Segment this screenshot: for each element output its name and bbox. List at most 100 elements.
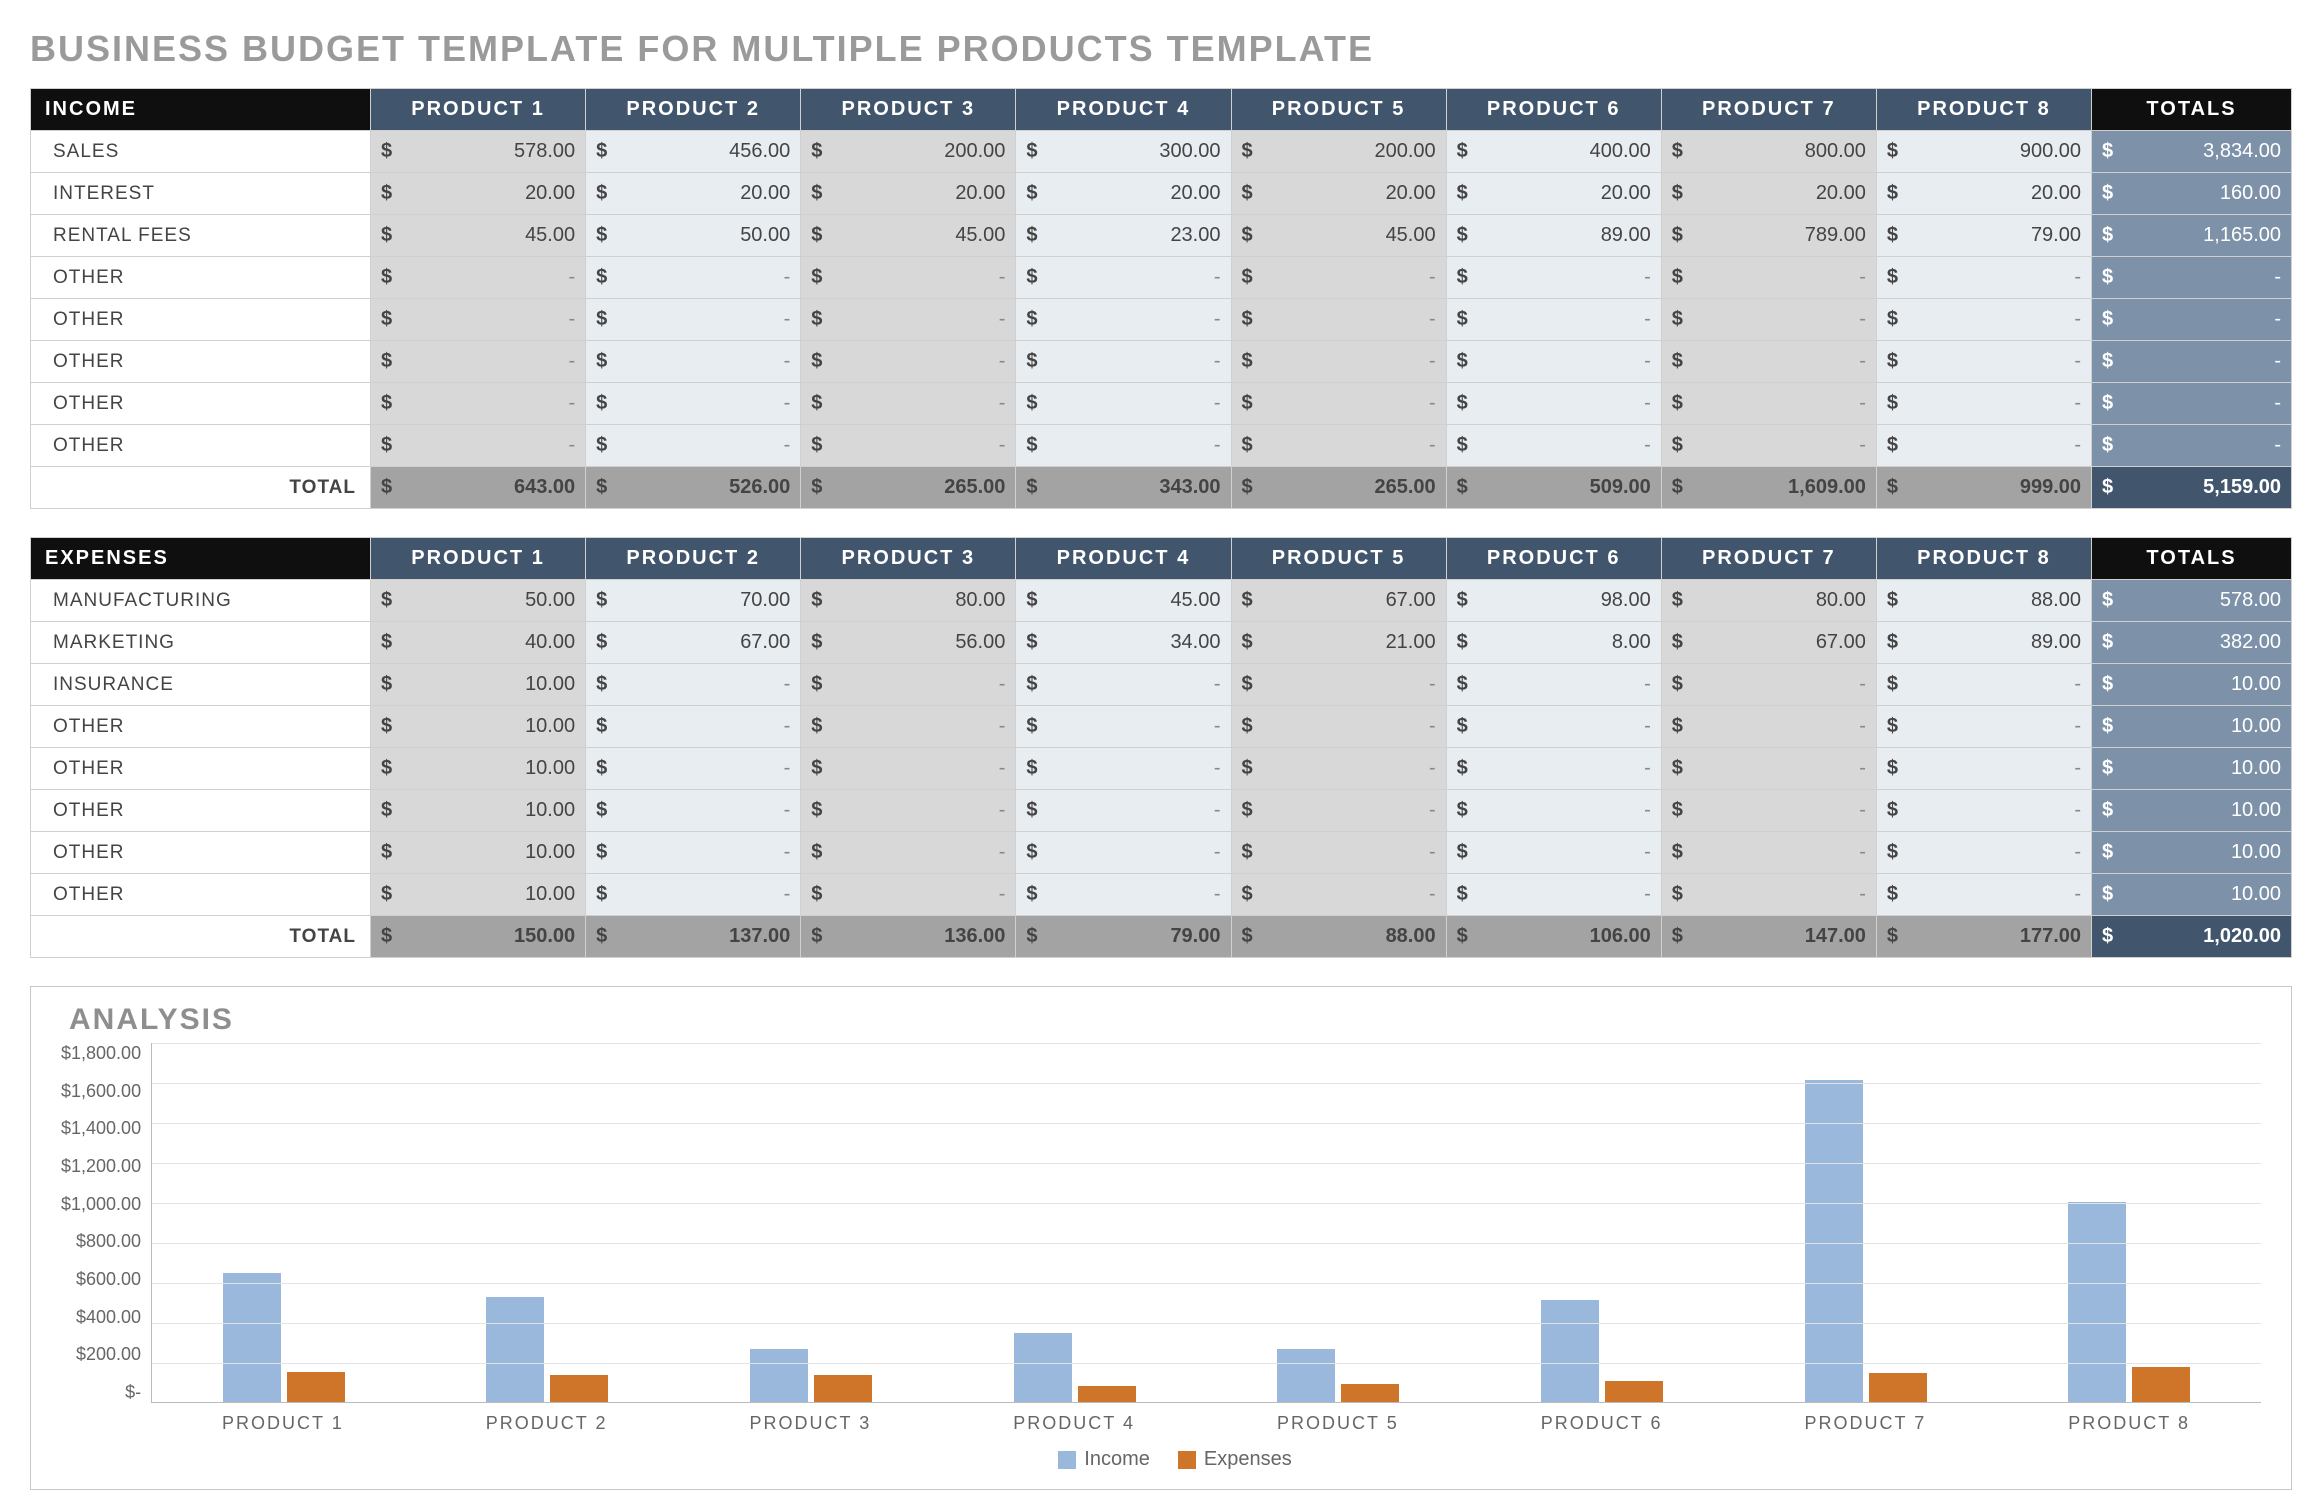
data-cell[interactable]: $- bbox=[1231, 257, 1446, 299]
data-cell[interactable]: $- bbox=[371, 425, 586, 467]
data-cell[interactable]: $- bbox=[1446, 706, 1661, 748]
data-cell[interactable]: $20.00 bbox=[801, 173, 1016, 215]
data-cell[interactable]: $- bbox=[586, 299, 801, 341]
data-cell[interactable]: $- bbox=[1446, 383, 1661, 425]
data-cell[interactable]: $- bbox=[1231, 748, 1446, 790]
data-cell[interactable]: $- bbox=[1446, 299, 1661, 341]
data-cell[interactable]: $- bbox=[1016, 425, 1231, 467]
data-cell[interactable]: $10.00 bbox=[371, 790, 586, 832]
data-cell[interactable]: $- bbox=[1231, 383, 1446, 425]
data-cell[interactable]: $- bbox=[586, 425, 801, 467]
data-cell[interactable]: $45.00 bbox=[1231, 215, 1446, 257]
data-cell[interactable]: $45.00 bbox=[371, 215, 586, 257]
data-cell[interactable]: $23.00 bbox=[1016, 215, 1231, 257]
data-cell[interactable]: $- bbox=[586, 790, 801, 832]
data-cell[interactable]: $40.00 bbox=[371, 622, 586, 664]
data-cell[interactable]: $45.00 bbox=[1016, 580, 1231, 622]
data-cell[interactable]: $- bbox=[1876, 257, 2091, 299]
data-cell[interactable]: $20.00 bbox=[1661, 173, 1876, 215]
data-cell[interactable]: $- bbox=[1876, 790, 2091, 832]
data-cell[interactable]: $20.00 bbox=[1016, 173, 1231, 215]
data-cell[interactable]: $800.00 bbox=[1661, 131, 1876, 173]
data-cell[interactable]: $300.00 bbox=[1016, 131, 1231, 173]
data-cell[interactable]: $10.00 bbox=[371, 748, 586, 790]
data-cell[interactable]: $- bbox=[1876, 874, 2091, 916]
data-cell[interactable]: $- bbox=[801, 706, 1016, 748]
data-cell[interactable]: $- bbox=[371, 257, 586, 299]
data-cell[interactable]: $10.00 bbox=[371, 664, 586, 706]
data-cell[interactable]: $88.00 bbox=[1876, 580, 2091, 622]
data-cell[interactable]: $578.00 bbox=[371, 131, 586, 173]
data-cell[interactable]: $10.00 bbox=[371, 706, 586, 748]
data-cell[interactable]: $- bbox=[586, 383, 801, 425]
data-cell[interactable]: $- bbox=[1876, 425, 2091, 467]
data-cell[interactable]: $789.00 bbox=[1661, 215, 1876, 257]
data-cell[interactable]: $- bbox=[1231, 874, 1446, 916]
data-cell[interactable]: $- bbox=[1016, 383, 1231, 425]
data-cell[interactable]: $56.00 bbox=[801, 622, 1016, 664]
data-cell[interactable]: $- bbox=[1661, 257, 1876, 299]
data-cell[interactable]: $- bbox=[1446, 257, 1661, 299]
data-cell[interactable]: $- bbox=[1876, 341, 2091, 383]
data-cell[interactable]: $- bbox=[1016, 832, 1231, 874]
data-cell[interactable]: $- bbox=[1016, 257, 1231, 299]
data-cell[interactable]: $20.00 bbox=[1446, 173, 1661, 215]
data-cell[interactable]: $67.00 bbox=[1661, 622, 1876, 664]
data-cell[interactable]: $- bbox=[1446, 341, 1661, 383]
data-cell[interactable]: $- bbox=[1446, 748, 1661, 790]
data-cell[interactable]: $- bbox=[801, 383, 1016, 425]
data-cell[interactable]: $- bbox=[586, 832, 801, 874]
data-cell[interactable]: $- bbox=[586, 341, 801, 383]
data-cell[interactable]: $- bbox=[801, 790, 1016, 832]
data-cell[interactable]: $- bbox=[801, 874, 1016, 916]
data-cell[interactable]: $- bbox=[1661, 706, 1876, 748]
data-cell[interactable]: $- bbox=[1661, 790, 1876, 832]
data-cell[interactable]: $- bbox=[1016, 706, 1231, 748]
data-cell[interactable]: $400.00 bbox=[1446, 131, 1661, 173]
data-cell[interactable]: $67.00 bbox=[586, 622, 801, 664]
data-cell[interactable]: $- bbox=[1446, 874, 1661, 916]
data-cell[interactable]: $- bbox=[1016, 299, 1231, 341]
data-cell[interactable]: $- bbox=[586, 664, 801, 706]
data-cell[interactable]: $45.00 bbox=[801, 215, 1016, 257]
data-cell[interactable]: $- bbox=[801, 664, 1016, 706]
data-cell[interactable]: $- bbox=[1661, 664, 1876, 706]
data-cell[interactable]: $- bbox=[1446, 425, 1661, 467]
data-cell[interactable]: $- bbox=[1016, 790, 1231, 832]
data-cell[interactable]: $- bbox=[801, 832, 1016, 874]
data-cell[interactable]: $- bbox=[586, 874, 801, 916]
data-cell[interactable]: $34.00 bbox=[1016, 622, 1231, 664]
data-cell[interactable]: $- bbox=[801, 748, 1016, 790]
data-cell[interactable]: $- bbox=[586, 257, 801, 299]
data-cell[interactable]: $21.00 bbox=[1231, 622, 1446, 664]
data-cell[interactable]: $- bbox=[1876, 383, 2091, 425]
data-cell[interactable]: $10.00 bbox=[371, 874, 586, 916]
data-cell[interactable]: $- bbox=[1661, 748, 1876, 790]
data-cell[interactable]: $- bbox=[1876, 299, 2091, 341]
data-cell[interactable]: $- bbox=[1876, 706, 2091, 748]
data-cell[interactable]: $- bbox=[371, 341, 586, 383]
data-cell[interactable]: $- bbox=[586, 706, 801, 748]
data-cell[interactable]: $- bbox=[1446, 790, 1661, 832]
data-cell[interactable]: $70.00 bbox=[586, 580, 801, 622]
data-cell[interactable]: $- bbox=[1016, 748, 1231, 790]
data-cell[interactable]: $- bbox=[1016, 874, 1231, 916]
data-cell[interactable]: $- bbox=[1446, 832, 1661, 874]
data-cell[interactable]: $- bbox=[1661, 425, 1876, 467]
data-cell[interactable]: $89.00 bbox=[1446, 215, 1661, 257]
data-cell[interactable]: $- bbox=[1661, 383, 1876, 425]
data-cell[interactable]: $456.00 bbox=[586, 131, 801, 173]
data-cell[interactable]: $80.00 bbox=[801, 580, 1016, 622]
data-cell[interactable]: $- bbox=[586, 748, 801, 790]
data-cell[interactable]: $- bbox=[801, 341, 1016, 383]
data-cell[interactable]: $20.00 bbox=[1876, 173, 2091, 215]
data-cell[interactable]: $- bbox=[1661, 874, 1876, 916]
data-cell[interactable]: $- bbox=[1876, 832, 2091, 874]
data-cell[interactable]: $- bbox=[1231, 299, 1446, 341]
data-cell[interactable]: $200.00 bbox=[801, 131, 1016, 173]
data-cell[interactable]: $- bbox=[801, 257, 1016, 299]
data-cell[interactable]: $- bbox=[1661, 832, 1876, 874]
data-cell[interactable]: $- bbox=[1231, 341, 1446, 383]
data-cell[interactable]: $20.00 bbox=[586, 173, 801, 215]
data-cell[interactable]: $20.00 bbox=[371, 173, 586, 215]
